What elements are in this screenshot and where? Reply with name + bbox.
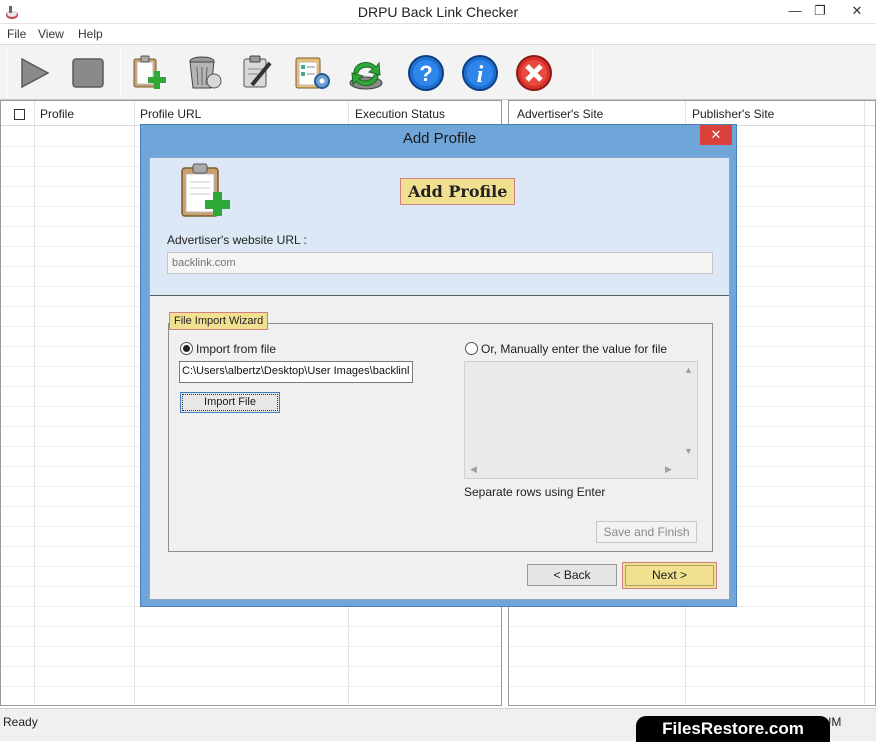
file-path-input[interactable]: C:\Users\albertz\Desktop\User Images\bac… <box>179 361 413 383</box>
grid-row-line <box>1 626 501 627</box>
help-icon[interactable]: ? <box>406 53 446 93</box>
svg-text:?: ? <box>419 61 432 86</box>
scroll-up-icon[interactable]: ▲ <box>684 365 693 375</box>
next-button-label: Next > <box>625 565 714 586</box>
scroll-right-icon[interactable]: ▶ <box>665 464 672 475</box>
delete-icon[interactable] <box>184 53 224 93</box>
toolbar-separator <box>120 49 121 97</box>
column-profile[interactable]: Profile <box>40 107 74 121</box>
import-from-file-radio[interactable] <box>180 342 193 355</box>
title-bar: DRPU Back Link Checker — ❐ ✕ <box>0 0 876 24</box>
grid-row-line <box>1 646 501 647</box>
grid-line <box>34 101 35 705</box>
advertiser-url-label: Advertiser's website URL : <box>167 233 307 247</box>
column-advertisers-site[interactable]: Advertiser's Site <box>517 107 603 121</box>
add-profile-dialog: Add Profile ✕ Add Profile Advertiser's w… <box>140 124 737 607</box>
file-import-wizard-legend: File Import Wizard <box>169 312 269 330</box>
refresh-icon[interactable] <box>346 53 386 93</box>
back-button[interactable]: < Back <box>527 564 617 586</box>
menu-bar: File View Help <box>0 24 876 44</box>
manual-entry-label[interactable]: Or, Manually enter the value for file <box>481 342 667 356</box>
toolbar: ? i <box>0 44 876 100</box>
grid-row-line <box>1 666 501 667</box>
manual-entry-radio[interactable] <box>465 342 478 355</box>
scroll-left-icon[interactable]: ◀ <box>470 464 477 475</box>
stop-icon[interactable] <box>68 53 108 93</box>
advertiser-url-input[interactable] <box>167 252 713 274</box>
menu-view[interactable]: View <box>38 27 64 41</box>
scroll-down-icon[interactable]: ▼ <box>684 446 693 456</box>
grid-row-line <box>509 666 875 667</box>
profile-grid-header: Profile Profile URL Execution Status <box>1 101 501 126</box>
column-profile-url[interactable]: Profile URL <box>140 107 201 121</box>
import-file-button[interactable]: Import File <box>180 392 280 413</box>
separate-rows-hint: Separate rows using Enter <box>464 485 606 499</box>
select-all-checkbox[interactable] <box>14 109 25 120</box>
vertical-scrollbar[interactable]: ▲ ▼ <box>680 362 697 462</box>
close-window-button[interactable]: ✕ <box>842 0 872 22</box>
menu-help[interactable]: Help <box>78 27 103 41</box>
next-button[interactable]: Next > <box>622 562 717 589</box>
menu-file[interactable]: File <box>7 27 26 41</box>
edit-icon[interactable] <box>238 53 278 93</box>
toolbar-separator <box>592 49 593 97</box>
toolbar-separator <box>6 49 7 97</box>
grid-row-line <box>509 686 875 687</box>
status-text: Ready <box>3 715 38 729</box>
watermark-logo: FilesRestore.com <box>636 716 830 742</box>
grid-row-line <box>1 686 501 687</box>
add-profile-icon <box>181 163 230 217</box>
dialog-body: Add Profile Advertiser's website URL : F… <box>149 157 730 600</box>
restore-button[interactable]: ❐ <box>805 0 835 22</box>
grid-row-line <box>509 626 875 627</box>
save-and-finish-button[interactable]: Save and Finish <box>596 521 697 543</box>
settings-icon[interactable] <box>292 53 332 93</box>
add-profile-icon[interactable] <box>130 53 170 93</box>
grid-row-line <box>509 646 875 647</box>
grid-line <box>864 101 865 705</box>
svg-text:i: i <box>477 62 484 88</box>
results-grid-header: Advertiser's Site Publisher's Site <box>509 101 875 126</box>
manual-entry-textarea[interactable]: ▲ ▼ ◀ ▶ <box>464 361 698 479</box>
exit-icon[interactable] <box>514 53 554 93</box>
dialog-title: Add Profile <box>402 130 477 147</box>
column-publishers-site[interactable]: Publisher's Site <box>692 107 774 121</box>
dialog-close-button[interactable]: ✕ <box>700 125 732 145</box>
import-from-file-label[interactable]: Import from file <box>196 342 276 356</box>
window-title: DRPU Back Link Checker <box>357 4 519 20</box>
play-icon[interactable] <box>14 53 54 93</box>
dialog-divider <box>150 295 729 296</box>
column-execution-status[interactable]: Execution Status <box>355 107 445 121</box>
info-icon[interactable]: i <box>460 53 500 93</box>
grid-line <box>134 101 135 705</box>
dialog-header: Add Profile Advertiser's website URL : <box>150 158 729 295</box>
horizontal-scrollbar[interactable]: ◀ ▶ <box>465 462 680 478</box>
add-profile-heading: Add Profile <box>400 178 516 205</box>
